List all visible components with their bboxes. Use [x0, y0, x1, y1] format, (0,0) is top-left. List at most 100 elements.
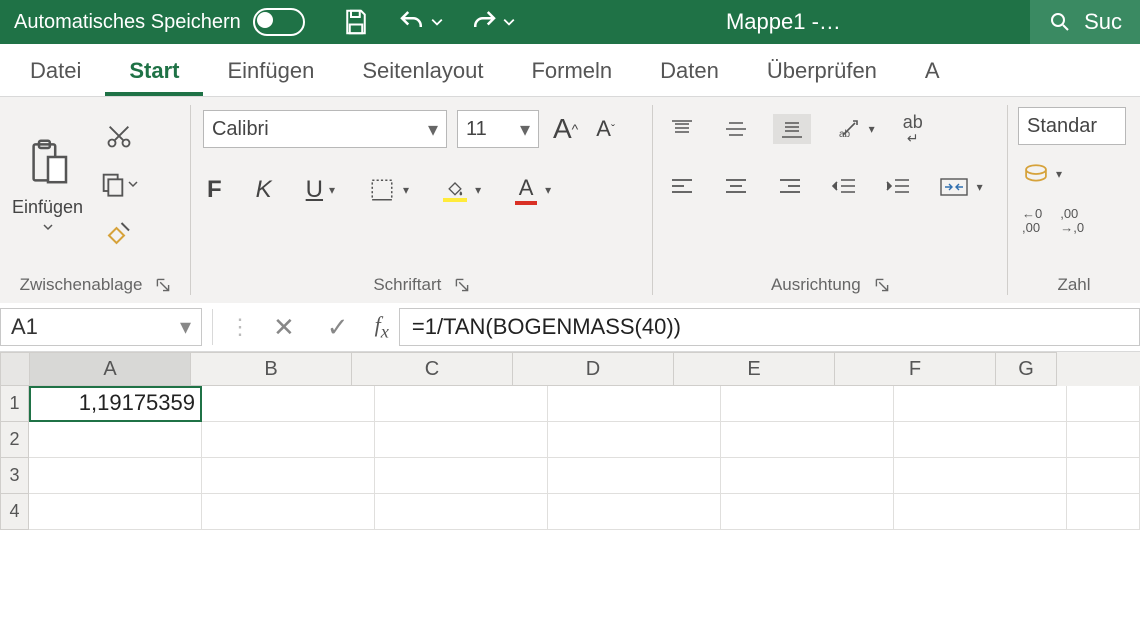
row-4: 4 — [0, 494, 1140, 530]
increase-indent-button[interactable] — [881, 172, 915, 202]
cell-D1[interactable] — [548, 386, 721, 422]
cut-button[interactable] — [95, 118, 143, 154]
paste-button[interactable]: Einfügen — [8, 133, 87, 238]
redo-button[interactable] — [465, 3, 519, 41]
cell-B3[interactable] — [202, 458, 375, 494]
font-family-combo[interactable]: Calibri ▾ — [203, 110, 447, 148]
group-number-label: Zahl — [1057, 275, 1090, 295]
col-header-G[interactable]: G — [996, 352, 1057, 386]
number-format-combo[interactable]: Standar — [1018, 107, 1126, 145]
decrease-decimal-button[interactable]: ,00 →,0 — [1056, 203, 1088, 240]
chevron-down-icon: ▾ — [1056, 167, 1062, 181]
tab-ueberpruefen[interactable]: Überprüfen — [743, 48, 901, 96]
col-header-A[interactable]: A — [30, 352, 191, 386]
cell-E3[interactable] — [721, 458, 894, 494]
tab-formeln[interactable]: Formeln — [507, 48, 636, 96]
align-top-button[interactable] — [665, 114, 699, 144]
shrink-font-button[interactable]: Aˇ — [592, 112, 619, 146]
cell-C2[interactable] — [375, 422, 548, 458]
toggle-switch-icon[interactable] — [253, 8, 305, 36]
align-center-button[interactable] — [719, 173, 753, 201]
merge-center-button[interactable]: ▾ — [935, 171, 987, 203]
tab-start[interactable]: Start — [105, 48, 203, 96]
copy-button[interactable] — [95, 166, 143, 202]
cell-A4[interactable] — [29, 494, 202, 530]
font-size-combo[interactable]: 11 ▾ — [457, 110, 539, 148]
align-left-button[interactable] — [665, 173, 699, 201]
cell-E2[interactable] — [721, 422, 894, 458]
row-1: 1 1,19175359 — [0, 386, 1140, 422]
chevron-down-icon: ▾ — [403, 183, 409, 197]
cell-D2[interactable] — [548, 422, 721, 458]
cell-F3[interactable] — [894, 458, 1067, 494]
col-header-C[interactable]: C — [352, 352, 513, 386]
grow-font-button[interactable]: A^ — [549, 109, 582, 149]
spreadsheet-grid[interactable]: A B C D E F G 1 1,19175359 2 3 4 — [0, 352, 1140, 530]
formula-input[interactable] — [399, 308, 1140, 346]
dialog-launcher-icon[interactable] — [156, 278, 170, 292]
cell-A2[interactable] — [29, 422, 202, 458]
name-box[interactable]: A1 ▾ — [0, 308, 202, 346]
cell-C1[interactable] — [375, 386, 548, 422]
row-header-3[interactable]: 3 — [0, 458, 29, 494]
borders-button[interactable]: ▾ — [365, 173, 413, 207]
tab-daten[interactable]: Daten — [636, 48, 743, 96]
select-all-corner[interactable] — [0, 352, 30, 386]
font-color-button[interactable]: A ▾ — [511, 171, 555, 209]
row-header-1[interactable]: 1 — [0, 386, 29, 422]
ribbon-tabs: Datei Start Einfügen Seitenlayout Formel… — [0, 44, 1140, 97]
dialog-launcher-icon[interactable] — [455, 278, 469, 292]
cell-B2[interactable] — [202, 422, 375, 458]
save-icon[interactable] — [337, 3, 375, 41]
cell-A1[interactable]: 1,19175359 — [29, 386, 202, 422]
row-header-2[interactable]: 2 — [0, 422, 29, 458]
undo-button[interactable] — [393, 3, 447, 41]
align-middle-button[interactable] — [719, 114, 753, 144]
copy-icon — [99, 170, 127, 198]
dialog-launcher-icon[interactable] — [875, 278, 889, 292]
cell-C4[interactable] — [375, 494, 548, 530]
row-header-4[interactable]: 4 — [0, 494, 29, 530]
cell-G1[interactable] — [1067, 386, 1140, 422]
orientation-button[interactable]: ab ▾ — [831, 113, 879, 145]
cancel-formula-button[interactable]: ✕ — [257, 312, 311, 343]
wrap-text-button[interactable]: ab↵ — [899, 109, 927, 149]
cell-C3[interactable] — [375, 458, 548, 494]
cell-F4[interactable] — [894, 494, 1067, 530]
decrease-indent-button[interactable] — [827, 172, 861, 202]
cell-F1[interactable] — [894, 386, 1067, 422]
italic-button[interactable]: K — [252, 172, 276, 208]
tab-datei[interactable]: Datei — [6, 48, 105, 96]
col-header-F[interactable]: F — [835, 352, 996, 386]
tab-more[interactable]: A — [901, 48, 964, 96]
cell-G3[interactable] — [1067, 458, 1140, 494]
underline-button[interactable]: U ▾ — [302, 172, 339, 208]
col-header-B[interactable]: B — [191, 352, 352, 386]
tab-seitenlayout[interactable]: Seitenlayout — [338, 48, 507, 96]
group-alignment: ab ▾ ab↵ ▾ Ausrichtung — [653, 97, 1007, 303]
align-bottom-button[interactable] — [773, 114, 811, 144]
cell-D3[interactable] — [548, 458, 721, 494]
increase-decimal-button[interactable]: ←0 ,00 — [1018, 203, 1046, 240]
tab-einfuegen[interactable]: Einfügen — [203, 48, 338, 96]
format-painter-button[interactable] — [95, 214, 143, 252]
cell-A3[interactable] — [29, 458, 202, 494]
cell-E1[interactable] — [721, 386, 894, 422]
cell-D4[interactable] — [548, 494, 721, 530]
autosave-toggle[interactable]: Automatisches Speichern — [0, 8, 319, 36]
search-box[interactable]: Suc — [1030, 0, 1140, 44]
fx-icon[interactable]: fx — [365, 312, 399, 342]
accept-formula-button[interactable]: ✓ — [311, 312, 365, 343]
col-header-E[interactable]: E — [674, 352, 835, 386]
cell-F2[interactable] — [894, 422, 1067, 458]
bold-button[interactable]: F — [203, 172, 226, 208]
cell-G2[interactable] — [1067, 422, 1140, 458]
cell-E4[interactable] — [721, 494, 894, 530]
cell-G4[interactable] — [1067, 494, 1140, 530]
col-header-D[interactable]: D — [513, 352, 674, 386]
fill-color-button[interactable]: ▾ — [439, 174, 485, 206]
accounting-format-button[interactable]: ▾ — [1018, 159, 1066, 189]
cell-B1[interactable] — [202, 386, 375, 422]
align-right-button[interactable] — [773, 173, 807, 201]
cell-B4[interactable] — [202, 494, 375, 530]
